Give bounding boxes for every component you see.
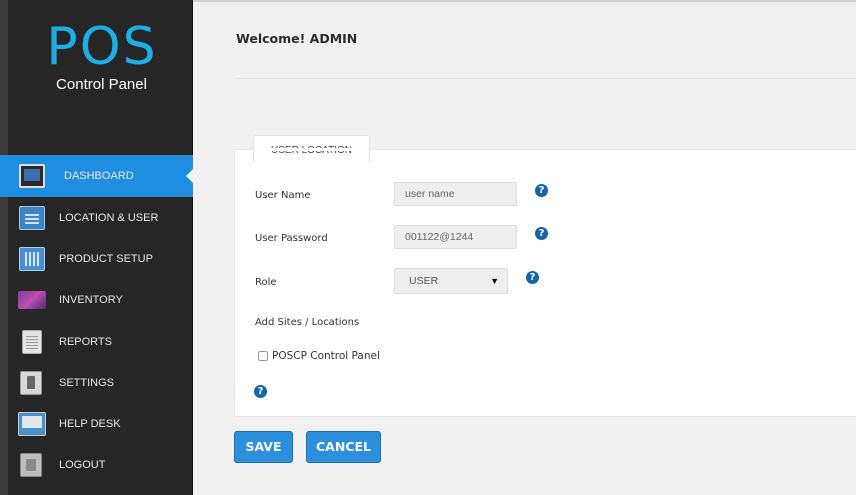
sidebar-item-label: INVENTORY	[59, 294, 123, 307]
logout-icon	[20, 453, 42, 478]
sidebar-item-location-user[interactable]: LOCATION & USER	[0, 197, 193, 238]
logo-text: POS	[46, 17, 158, 77]
divider	[236, 78, 856, 79]
top-border	[193, 0, 856, 2]
sidebar-item-settings[interactable]: SETTINGS	[0, 362, 193, 403]
reports-icon	[22, 329, 42, 354]
sidebar-item-label: REPORTS	[59, 335, 112, 348]
add-sites-label: Add Sites / Locations	[255, 317, 360, 328]
help-icon[interactable]: ?	[254, 385, 267, 398]
monitor-icon	[19, 164, 45, 188]
sidebar-item-label: LOCATION & USER	[59, 211, 159, 224]
inventory-icon	[18, 291, 46, 310]
user-password-label: User Password	[255, 233, 328, 244]
save-button[interactable]: SAVE	[234, 431, 293, 463]
user-name-field[interactable]	[394, 182, 517, 206]
user-name-label: User Name	[255, 190, 311, 201]
help-icon[interactable]: ?	[535, 227, 548, 240]
settings-icon	[20, 370, 42, 395]
sidebar: POS Control Panel DASHBOARD LOCATION & U…	[0, 0, 194, 495]
poscp-checkbox[interactable]	[258, 351, 268, 361]
sidebar-item-label: HELP DESK	[59, 418, 121, 431]
sidebar-item-product-setup[interactable]: PRODUCT SETUP	[0, 238, 193, 279]
product-icon	[19, 246, 45, 271]
role-label: Role	[255, 277, 277, 288]
sidebar-item-label: LOGOUT	[59, 459, 106, 472]
help-icon[interactable]: ?	[535, 184, 548, 197]
sidebar-item-label: PRODUCT SETUP	[59, 252, 153, 265]
poscp-checkbox-label: POSCP Control Panel	[272, 350, 380, 362]
user-name-input[interactable]	[405, 183, 505, 205]
help-icon[interactable]: ?	[526, 271, 539, 284]
logo-subtitle: Control Panel	[56, 76, 147, 93]
page-title: Welcome! ADMIN	[236, 31, 358, 46]
help-desk-icon	[18, 412, 46, 437]
chevron-down-icon: ▼	[490, 276, 499, 286]
sidebar-item-label: DASHBOARD	[64, 170, 134, 182]
tab-joiner	[254, 148, 369, 151]
logo: POS Control Panel	[8, 0, 193, 140]
sidebar-item-dashboard[interactable]: DASHBOARD	[0, 155, 194, 197]
user-password-field[interactable]: 001122@1244	[394, 225, 517, 249]
role-select-value: USER	[409, 275, 439, 287]
sidebar-item-help-desk[interactable]: HELP DESK	[0, 403, 193, 444]
sidebar-item-inventory[interactable]: INVENTORY	[0, 280, 193, 321]
sidebar-item-label: SETTINGS	[59, 376, 115, 389]
sidebar-menu: DASHBOARD LOCATION & USER PRODUCT SETUP …	[0, 155, 194, 486]
cancel-button[interactable]: CANCEL	[306, 431, 381, 463]
building-icon	[19, 205, 45, 230]
sidebar-item-reports[interactable]: REPORTS	[0, 321, 193, 362]
sidebar-item-logout[interactable]: LOGOUT	[0, 445, 193, 486]
role-select[interactable]: USER ▼	[394, 268, 508, 294]
